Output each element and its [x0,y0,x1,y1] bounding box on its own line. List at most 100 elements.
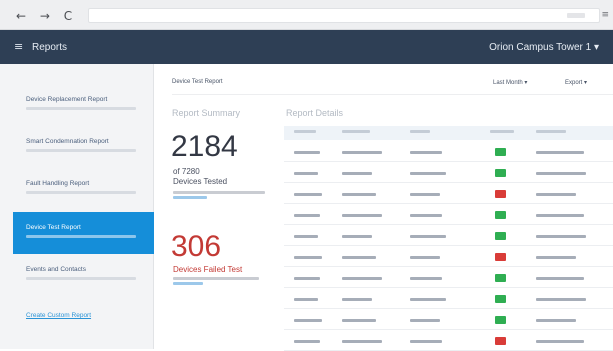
table-cell [536,298,586,301]
table-row[interactable] [284,205,613,225]
sidebar-item-device-replacement[interactable]: Device Replacement Report [13,84,154,126]
pass-badge [495,232,506,240]
pass-badge [495,274,506,282]
app-header: ≡ Reports Orion Campus Tower 1 ▾ [0,30,613,64]
table-cell [410,319,440,322]
divider [172,94,613,95]
sidebar-item-label: Events and Contacts [26,266,86,273]
table-cell [536,214,584,217]
failed-note [173,277,259,280]
sidebar-item-device-test[interactable]: Device Test Report [13,212,154,254]
table-row[interactable] [284,184,613,204]
table-row[interactable] [284,331,613,351]
table-cell [294,235,318,238]
tested-label: Devices Tested [173,177,228,186]
table-row[interactable] [284,226,613,246]
failed-count: 306 [171,230,222,263]
app-title: Reports [32,42,68,53]
table-cell [410,172,446,175]
sidebar-item-label: Device Test Report [26,224,81,231]
table-cell [536,277,584,280]
table-cell [410,298,446,301]
table-row[interactable] [284,289,613,309]
sidebar-item-smart-condemnation[interactable]: Smart Condemnation Report [13,126,154,168]
sidebar-item-label: Device Replacement Report [26,96,108,103]
sidebar-item-description [26,277,136,280]
pass-badge [495,169,506,177]
table-cell [342,235,372,238]
table-cell [294,172,318,175]
table-cell [294,193,322,196]
main-panel: Device Test Report Last Month ▾ Export ▾… [155,64,613,351]
failed-link[interactable] [173,282,203,285]
table-cell [294,298,318,301]
table-cell [536,172,586,175]
pass-badge [495,211,506,219]
table-cell [342,151,382,154]
table-cell [536,319,576,322]
sidebar-item-description [26,191,136,194]
table-cell [342,298,372,301]
table-cell [410,277,442,280]
sidebar-item-label: Create Custom Report [26,312,92,319]
table-row[interactable] [284,163,613,183]
table-cell [410,340,442,343]
pass-badge [495,316,506,324]
table-cell [410,256,440,259]
table-cell [294,277,320,280]
table-row[interactable] [284,142,613,162]
table-cell [410,235,446,238]
table-row[interactable] [284,247,613,267]
sidebar-item-label: Fault Handling Report [26,180,90,187]
table-cell [536,235,586,238]
pass-badge [495,148,506,156]
table-cell [342,172,372,175]
date-range-dropdown[interactable]: Last Month ▾ [493,79,527,86]
sidebar-item-description [26,235,136,238]
tested-link[interactable] [173,196,207,199]
column-header[interactable] [490,130,514,133]
results-heading: Report Details [286,108,344,118]
extension-icon[interactable] [567,13,585,18]
table-row[interactable] [284,268,613,288]
site-selector[interactable]: Orion Campus Tower 1 ▾ [489,42,599,53]
table-cell [294,214,320,217]
table-cell [536,340,584,343]
table-cell [410,193,440,196]
sidebar-item-create-custom[interactable]: Create Custom Report [13,300,154,342]
browser-nav-icons[interactable]: ← → C [16,9,77,23]
tested-note [173,191,265,194]
sidebar-item-label: Smart Condemnation Report [26,138,109,145]
table-cell [294,319,322,322]
sidebar: Device Replacement Report Smart Condemnat… [0,64,154,349]
table-cell [410,151,442,154]
address-bar[interactable] [88,8,600,23]
browser-chrome: ← → C ≡ [0,0,613,30]
table-cell [536,151,584,154]
column-header[interactable] [294,130,316,133]
table-header [284,126,613,140]
fail-badge [495,190,506,198]
table-cell [410,214,442,217]
table-cell [342,193,376,196]
table-cell [342,256,376,259]
browser-menu-icon[interactable]: ≡ [601,10,609,20]
pass-badge [495,295,506,303]
table-cell [342,214,382,217]
table-row[interactable] [284,310,613,330]
hamburger-menu-icon[interactable]: ≡ [14,40,23,53]
table-cell [536,256,576,259]
sidebar-item-events-and-contacts[interactable]: Events and Contacts [13,254,154,296]
export-dropdown[interactable]: Export ▾ [565,79,587,86]
sidebar-item-description [26,149,136,152]
column-header[interactable] [536,130,566,133]
column-header[interactable] [342,130,370,133]
sidebar-item-fault-handling[interactable]: Fault Handling Report [13,168,154,210]
table-cell [342,340,382,343]
column-header[interactable] [410,130,430,133]
table-cell [294,340,320,343]
breadcrumb: Device Test Report [172,79,223,85]
table-cell [294,151,320,154]
sidebar-item-description [26,107,136,110]
table-cell [342,277,382,280]
